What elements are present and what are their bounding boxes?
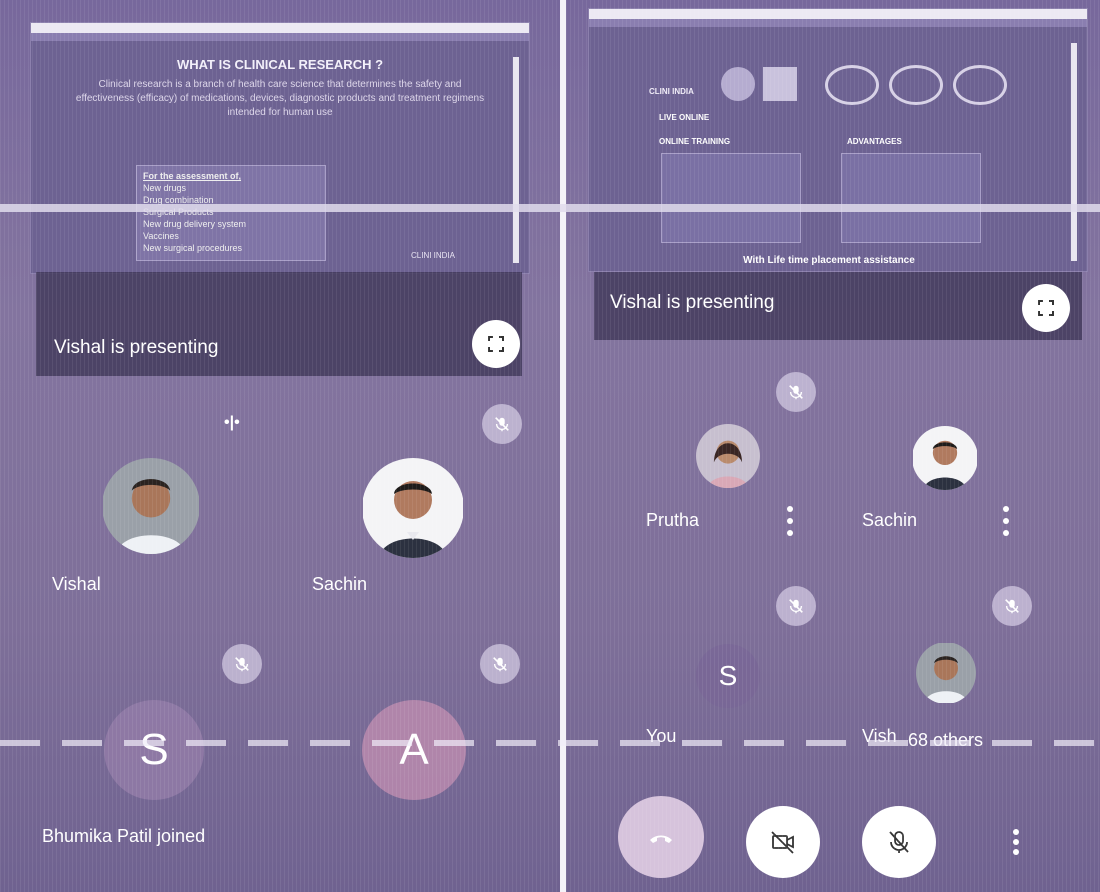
self-initial-avatar: S — [696, 644, 760, 708]
presenting-bar[interactable]: Vishal is presenting — [36, 272, 522, 376]
avatar-vish — [916, 642, 976, 704]
participant-name: Sachin — [312, 574, 368, 594]
scrollbar — [513, 57, 519, 263]
mic-off-icon — [789, 385, 803, 400]
window-menubar — [31, 33, 529, 41]
mic-off-icon — [493, 657, 507, 672]
slide-box-item: Drug combination — [143, 195, 214, 205]
slide-text: Clinical research is a branch of health … — [75, 79, 485, 118]
participant-name: Sachin — [862, 510, 918, 530]
end-call-button[interactable] — [618, 796, 704, 878]
shared-screen: CLINI INDIA LIVE ONLINE ONLINE TRAINING … — [588, 8, 1088, 272]
presenting-label: Vishal is presenting — [610, 292, 775, 313]
mic-off-icon — [495, 417, 509, 432]
avatar-sachin — [912, 426, 978, 490]
slide-badge — [825, 65, 879, 105]
participant-more-button[interactable] — [786, 506, 794, 536]
shared-screen: WHAT IS CLINICAL RESEARCH ? Clinical res… — [30, 22, 530, 274]
slide-box-item: Vaccines — [143, 231, 179, 241]
slide-box-item: New drugs — [143, 183, 187, 193]
more-options-button[interactable] — [986, 806, 1046, 878]
slide-logo: CLINI INDIA — [411, 251, 456, 260]
participant-name: Vish — [862, 726, 897, 746]
others-count: 68 others — [908, 730, 984, 750]
slide-logo: CLINI INDIA — [649, 87, 694, 96]
mic-off-button — [222, 644, 262, 684]
more-vert-icon — [1012, 829, 1020, 855]
mic-off-icon — [789, 599, 803, 614]
speaking-indicator: •|• — [224, 414, 240, 431]
mic-off-button — [480, 644, 520, 684]
participant-name: Prutha — [646, 510, 700, 530]
mic-off-button — [776, 586, 816, 626]
window-menubar — [589, 19, 1087, 27]
fullscreen-icon — [1038, 300, 1054, 316]
camera-toggle-button[interactable] — [746, 806, 820, 878]
slide-badge — [721, 67, 755, 101]
slide-title: WHAT IS CLINICAL RESEARCH ? — [176, 57, 384, 72]
participant-name: You — [646, 726, 677, 746]
slide-badge — [953, 65, 1007, 105]
fullscreen-button[interactable] — [1022, 284, 1070, 332]
slide-line-label: ONLINE TRAINING — [659, 137, 731, 146]
slide-box-item: New surgical procedures — [143, 243, 243, 253]
slide-box-item: Surgical Products — [143, 207, 214, 217]
mic-off-icon — [1005, 599, 1019, 614]
video-off-icon — [771, 831, 794, 854]
mic-toggle-button[interactable] — [862, 806, 936, 878]
slide-line-label: LIVE ONLINE — [659, 113, 710, 122]
end-call-icon — [650, 835, 672, 843]
participant-name: Vishal — [52, 574, 101, 594]
fullscreen-icon — [488, 336, 504, 352]
slide-box: For the assessment of, New drugs Drug co… — [136, 165, 326, 261]
slide-line-label: ADVANTAGES — [847, 137, 902, 146]
scrollbar — [1071, 43, 1077, 261]
slide-list — [661, 153, 801, 243]
left-call-screen: WHAT IS CLINICAL RESEARCH ? Clinical res… — [0, 0, 560, 892]
right-call-screen: CLINI INDIA LIVE ONLINE ONLINE TRAINING … — [566, 0, 1100, 892]
presenting-label: Vishal is presenting — [54, 337, 219, 358]
join-toast: Bhumika Patil joined — [42, 826, 206, 846]
avatar-vishal — [102, 458, 200, 554]
window-titlebar — [589, 9, 1087, 19]
mic-off-button — [482, 404, 522, 444]
participant-initial-avatar: A — [362, 700, 466, 800]
window-titlebar — [31, 23, 529, 33]
slide-box-title: For the assessment of, — [143, 171, 242, 181]
mic-off-icon — [889, 831, 909, 853]
presenting-bar[interactable]: Vishal is presenting — [594, 272, 1082, 340]
avatar-prutha — [696, 424, 760, 488]
slide-footer: With Life time placement assistance — [743, 255, 915, 266]
participant-initial-avatar: S — [104, 700, 204, 800]
mic-off-button — [776, 372, 816, 412]
slide-box-item: New drug delivery system — [143, 219, 247, 229]
slide-badge — [889, 65, 943, 105]
mic-off-button — [992, 586, 1032, 626]
slide-badge — [763, 67, 797, 101]
fullscreen-button[interactable] — [472, 320, 520, 368]
slide-list — [841, 153, 981, 243]
mic-off-icon — [235, 657, 249, 672]
avatar-sachin — [362, 458, 464, 558]
participant-more-button[interactable] — [1002, 506, 1010, 536]
